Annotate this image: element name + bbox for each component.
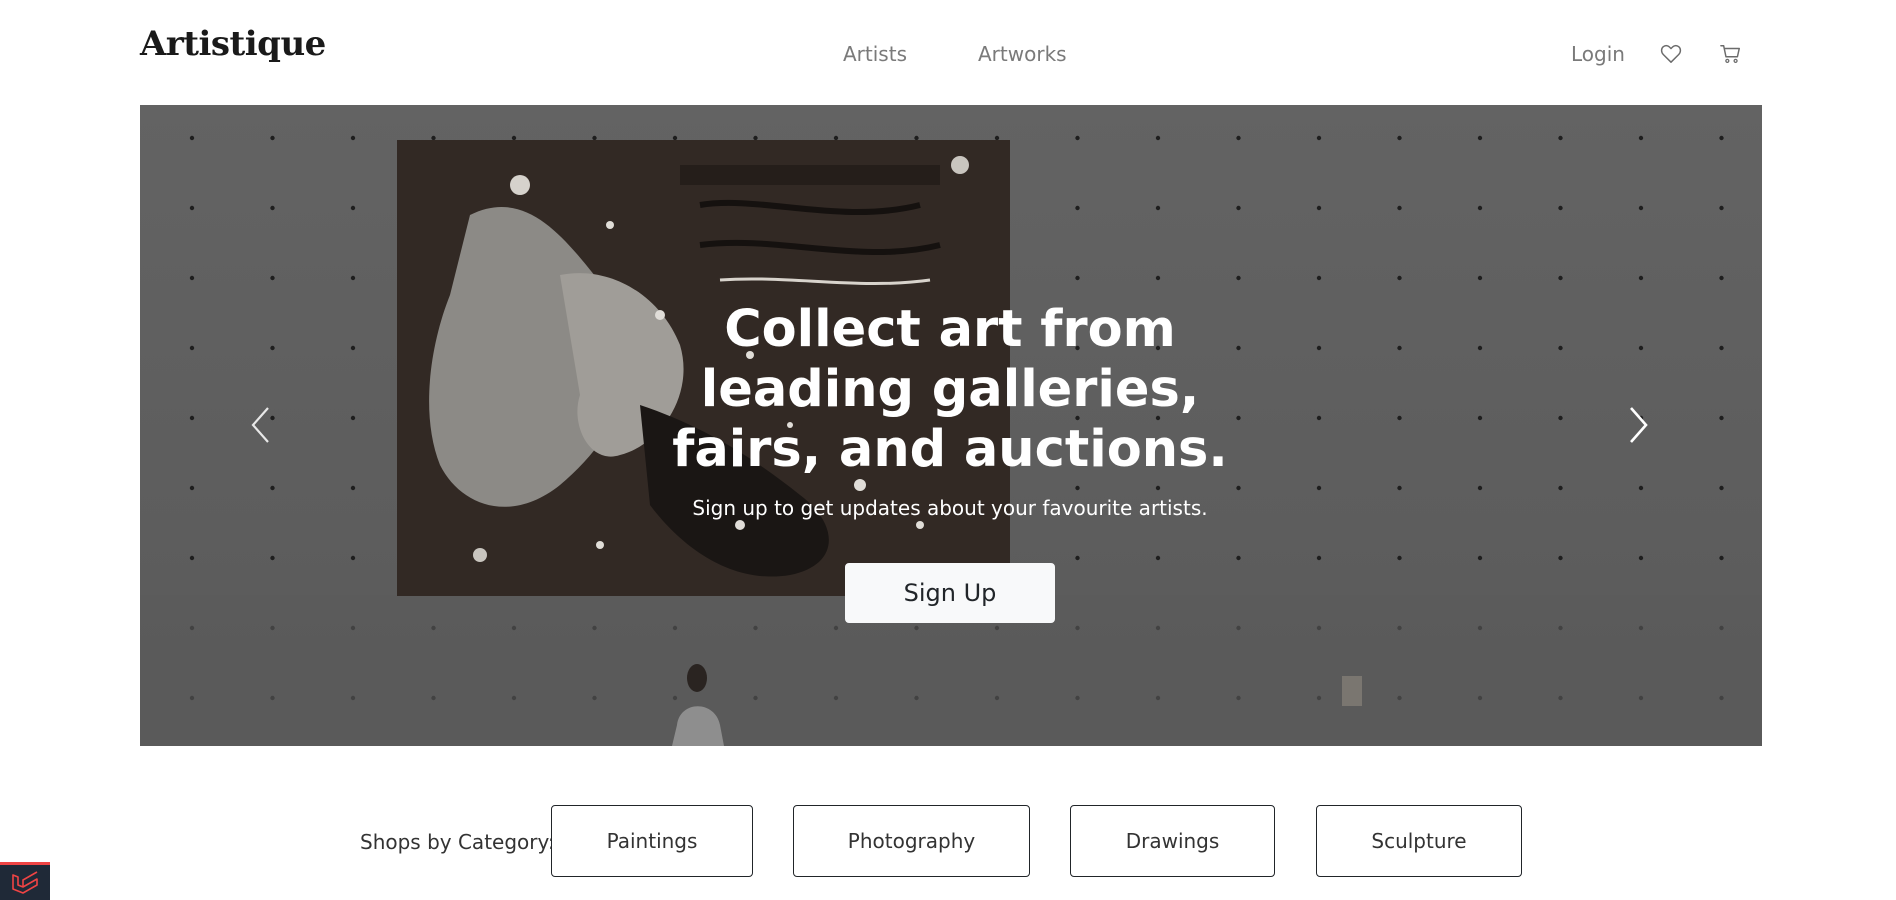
carousel-next-button[interactable] — [1619, 400, 1659, 450]
login-link[interactable]: Login — [1571, 42, 1625, 66]
category-sculpture-button[interactable]: Sculpture — [1316, 805, 1522, 877]
hero-carousel: Collect art from leading galleries, fair… — [140, 105, 1762, 746]
signup-button[interactable]: Sign Up — [845, 563, 1055, 623]
chevron-right-icon — [1630, 407, 1648, 443]
category-drawings-button[interactable]: Drawings — [1070, 805, 1275, 877]
chevron-left-icon — [251, 407, 269, 443]
cart-button[interactable] — [1717, 40, 1745, 68]
hero-subtitle: Sign up to get updates about your favour… — [692, 496, 1208, 520]
cart-icon — [1720, 45, 1740, 63]
carousel-prev-button[interactable] — [240, 400, 280, 450]
framework-logo-icon — [12, 870, 38, 894]
nav-link-artworks[interactable]: Artworks — [978, 42, 1067, 66]
hero-title: Collect art from leading galleries, fair… — [672, 300, 1228, 479]
wishlist-button[interactable] — [1657, 40, 1685, 68]
debug-toolbar-toggle[interactable] — [0, 862, 50, 900]
category-photography-button[interactable]: Photography — [793, 805, 1030, 877]
heart-icon — [1660, 44, 1682, 63]
nav-link-artists[interactable]: Artists — [843, 42, 907, 66]
site-logo[interactable]: Artistique — [140, 24, 326, 64]
category-paintings-button[interactable]: Paintings — [551, 805, 753, 877]
category-label: Shops by Category: — [360, 830, 555, 854]
